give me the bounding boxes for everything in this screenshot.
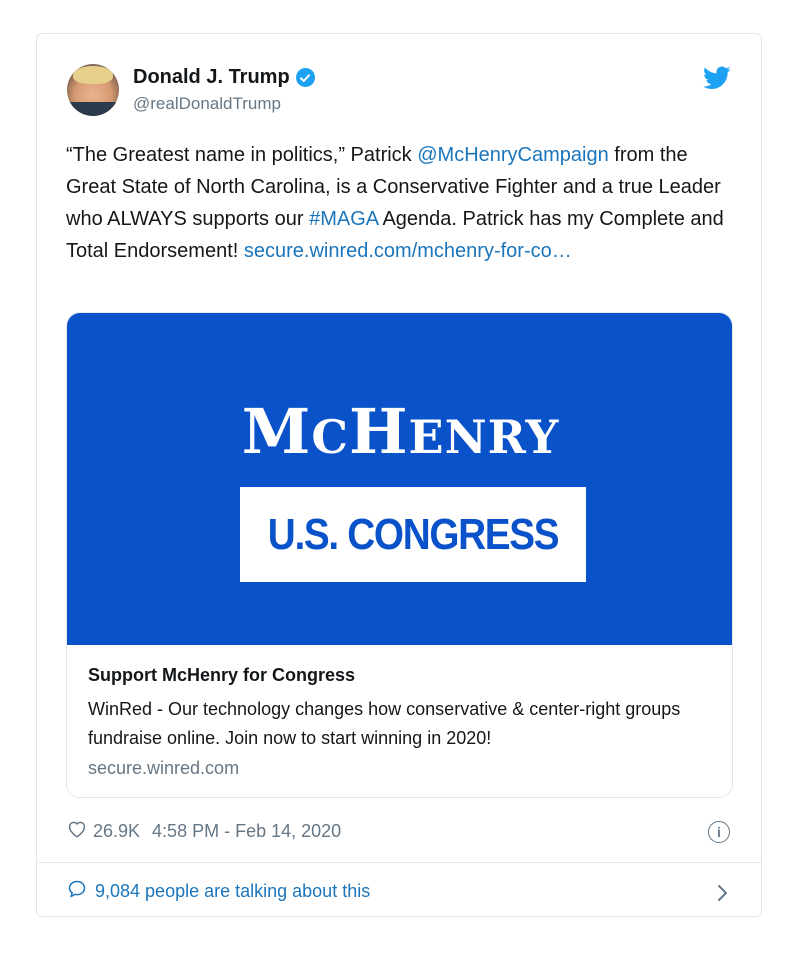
tweet-text-segment: “The Greatest name in politics,” Patrick	[66, 144, 418, 166]
tweet-meta-row: 26.9K 4:58 PM - Feb 14, 2020	[67, 820, 341, 843]
chevron-right-icon[interactable]	[717, 882, 729, 908]
card-description: WinRed - Our technology changes how cons…	[88, 699, 681, 748]
info-icon[interactable]: i	[708, 821, 730, 843]
like-count[interactable]: 26.9K	[93, 821, 140, 842]
card-body: Support McHenry for Congress WinRed - Ou…	[67, 645, 732, 797]
card-title: Support McHenry for Congress	[88, 665, 356, 685]
timestamp[interactable]: 4:58 PM - Feb 14, 2020	[152, 821, 341, 842]
tweet-text: “The Greatest name in politics,” Patrick…	[66, 139, 736, 267]
comment-bubble-icon	[67, 879, 87, 904]
divider	[37, 862, 761, 863]
author-handle[interactable]: @realDonaldTrump	[133, 94, 281, 114]
avatar[interactable]	[67, 64, 119, 116]
congress-box: U.S. CONGRESS	[240, 487, 586, 582]
talking-about-link[interactable]: 9,084 people are talking about this	[67, 879, 731, 904]
author-display-name[interactable]: Donald J. Trump	[133, 66, 290, 89]
hashtag-link[interactable]: #MAGA	[309, 208, 378, 230]
tweet-card: Donald J. Trump @realDonaldTrump “The Gr…	[36, 33, 762, 917]
congress-text: U.S. CONGRESS	[267, 509, 560, 559]
url-link[interactable]: secure.winred.com/mchenry-for-co…	[244, 240, 572, 262]
link-preview-card[interactable]: MCHENRY U.S. CONGRESS Support McHenry fo…	[66, 312, 733, 798]
card-banner-image[interactable]: MCHENRY U.S. CONGRESS	[67, 313, 732, 645]
talking-text[interactable]: 9,084 people are talking about this	[95, 881, 370, 902]
verified-badge-icon	[295, 68, 315, 87]
heart-icon[interactable]	[67, 820, 87, 843]
card-domain: secure.winred.com	[88, 758, 240, 778]
twitter-bird-icon[interactable]	[703, 66, 731, 90]
mchenry-logo: MCHENRY	[241, 395, 560, 468]
mention-link[interactable]: @McHenryCampaign	[417, 144, 608, 166]
author-name-row: Donald J. Trump	[133, 66, 315, 89]
